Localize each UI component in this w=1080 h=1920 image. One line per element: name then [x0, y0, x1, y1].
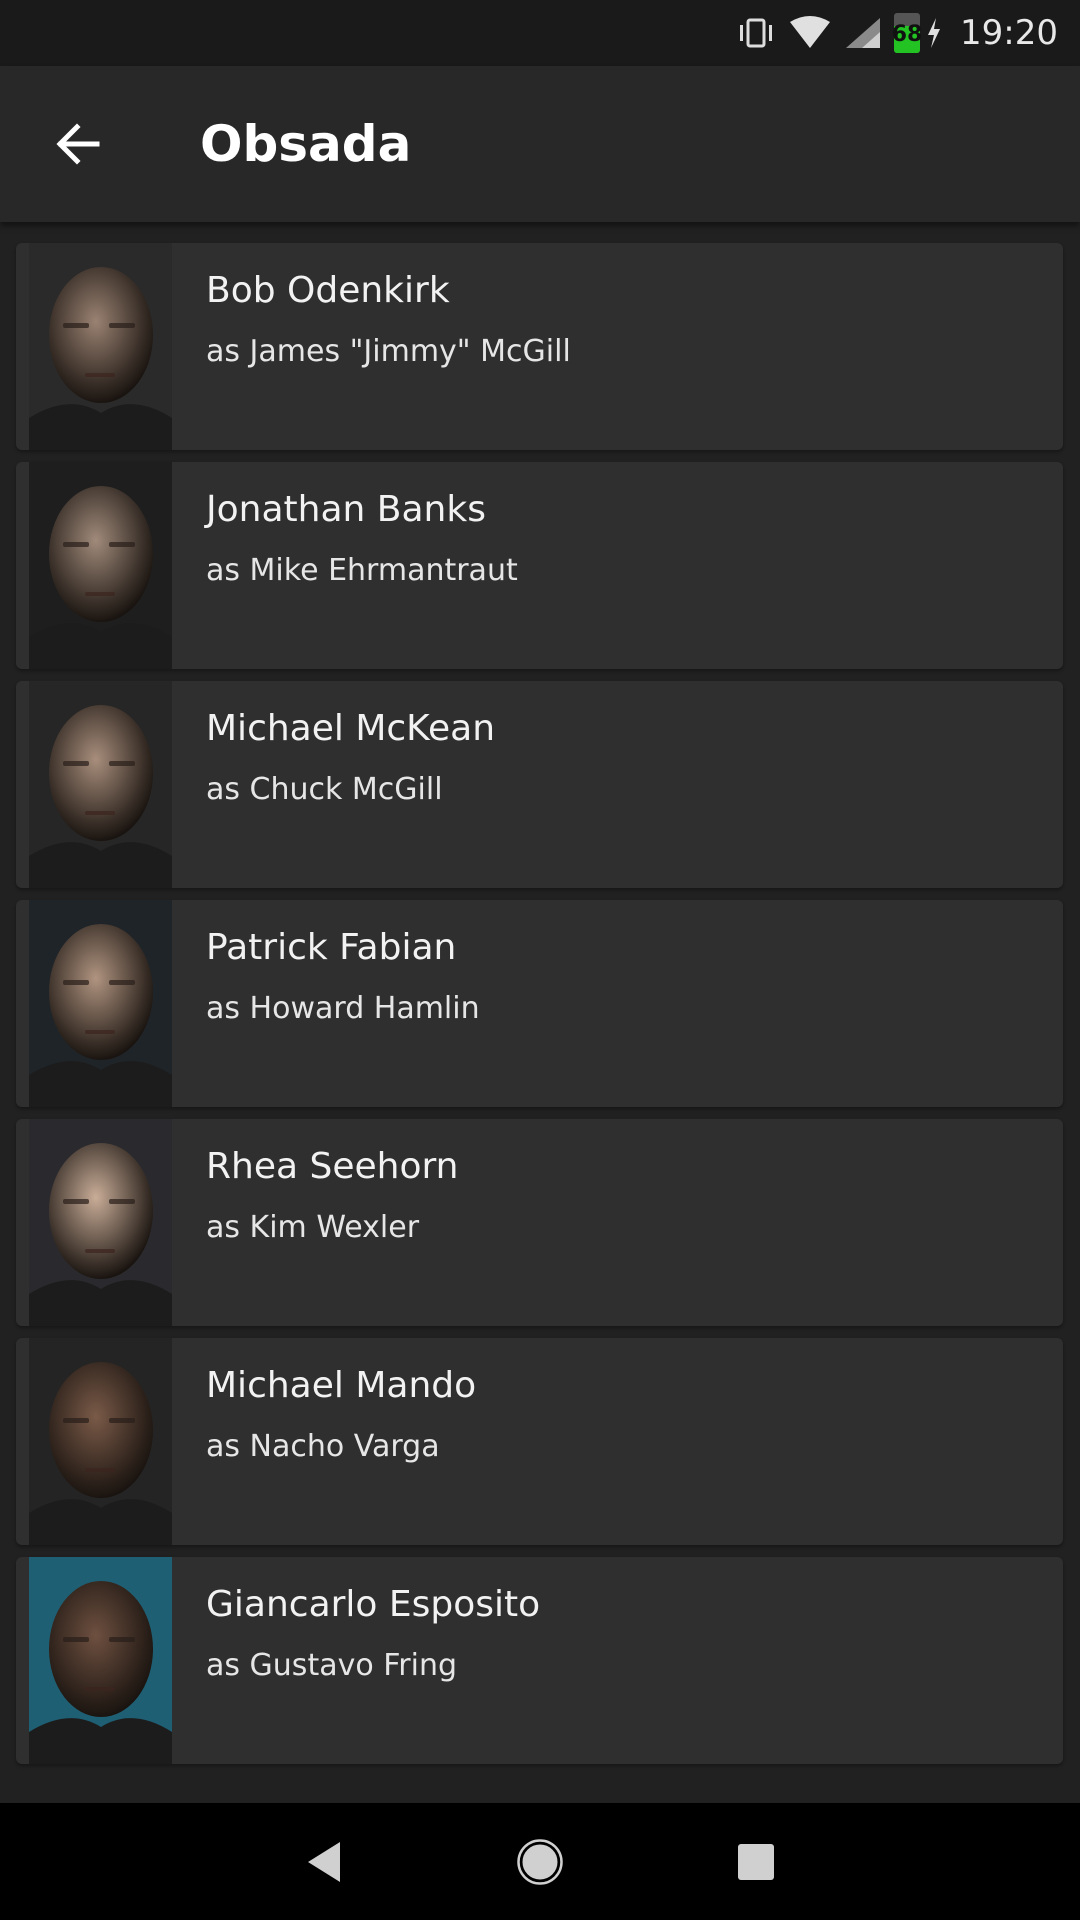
- cast-text: Giancarlo Esposito as Gustavo Fring: [172, 1557, 540, 1764]
- character-role: as Howard Hamlin: [206, 991, 480, 1027]
- character-role: as Mike Ehrmantraut: [206, 553, 518, 589]
- cast-card[interactable]: Patrick Fabian as Howard Hamlin: [16, 900, 1063, 1107]
- cast-card[interactable]: Jonathan Banks as Mike Ehrmantraut: [16, 462, 1063, 669]
- actor-name: Michael McKean: [206, 708, 496, 749]
- cast-card[interactable]: Giancarlo Esposito as Gustavo Fring: [16, 1557, 1063, 1764]
- status-bar: 68 19:20: [0, 0, 1080, 66]
- actor-name: Rhea Seehorn: [206, 1146, 459, 1187]
- navigation-bar: [0, 1803, 1080, 1920]
- actor-photo: [29, 1557, 172, 1764]
- cast-text: Michael McKean as Chuck McGill: [172, 681, 495, 888]
- character-role: as James "Jimmy" McGill: [206, 334, 571, 370]
- wifi-icon: [788, 16, 832, 50]
- nav-recents-icon: [738, 1843, 774, 1880]
- actor-photo: [29, 900, 172, 1107]
- cast-card[interactable]: Rhea Seehorn as Kim Wexler: [16, 1119, 1063, 1326]
- battery-icon: 68: [891, 13, 923, 53]
- nav-home-icon: [517, 1838, 563, 1885]
- nav-home-button[interactable]: [480, 1817, 600, 1907]
- page-title: Obsada: [200, 115, 412, 173]
- nav-back-button[interactable]: [264, 1817, 384, 1907]
- actor-photo: [29, 681, 172, 888]
- arrow-back-icon: [56, 123, 100, 165]
- cast-text: Bob Odenkirk as James "Jimmy" McGill: [172, 243, 571, 450]
- nav-recents-button[interactable]: [696, 1817, 816, 1907]
- actor-photo: [29, 243, 172, 450]
- cast-list: Bob Odenkirk as James "Jimmy" McGill Jonat…: [16, 243, 1063, 1776]
- cell-signal-icon: [844, 16, 882, 50]
- cast-text: Rhea Seehorn as Kim Wexler: [172, 1119, 458, 1326]
- cast-text: Michael Mando as Nacho Varga: [172, 1338, 476, 1545]
- actor-name: Patrick Fabian: [206, 927, 457, 968]
- actor-photo: [29, 1119, 172, 1326]
- app-bar: Obsada: [0, 66, 1080, 222]
- actor-name: Bob Odenkirk: [206, 270, 450, 311]
- cast-card[interactable]: Michael Mando as Nacho Varga: [16, 1338, 1063, 1545]
- actor-name: Michael Mando: [206, 1365, 477, 1406]
- character-role: as Nacho Varga: [206, 1429, 440, 1465]
- status-time: 19:20: [960, 13, 1058, 53]
- cast-text: Patrick Fabian as Howard Hamlin: [172, 900, 480, 1107]
- character-role: as Kim Wexler: [206, 1210, 420, 1246]
- vibrate-icon: [736, 16, 776, 50]
- charging-icon: [926, 18, 942, 48]
- cast-card[interactable]: Bob Odenkirk as James "Jimmy" McGill: [16, 243, 1063, 450]
- actor-name: Giancarlo Esposito: [206, 1584, 541, 1625]
- actor-name: Jonathan Banks: [206, 489, 486, 530]
- back-button[interactable]: [38, 104, 118, 184]
- battery-level: 68: [891, 22, 923, 47]
- actor-photo: [29, 462, 172, 669]
- actor-photo: [29, 1338, 172, 1545]
- cast-card[interactable]: Michael McKean as Chuck McGill: [16, 681, 1063, 888]
- character-role: as Chuck McGill: [206, 772, 443, 808]
- character-role: as Gustavo Fring: [206, 1648, 458, 1684]
- cast-text: Jonathan Banks as Mike Ehrmantraut: [172, 462, 518, 669]
- nav-back-icon: [308, 1841, 340, 1882]
